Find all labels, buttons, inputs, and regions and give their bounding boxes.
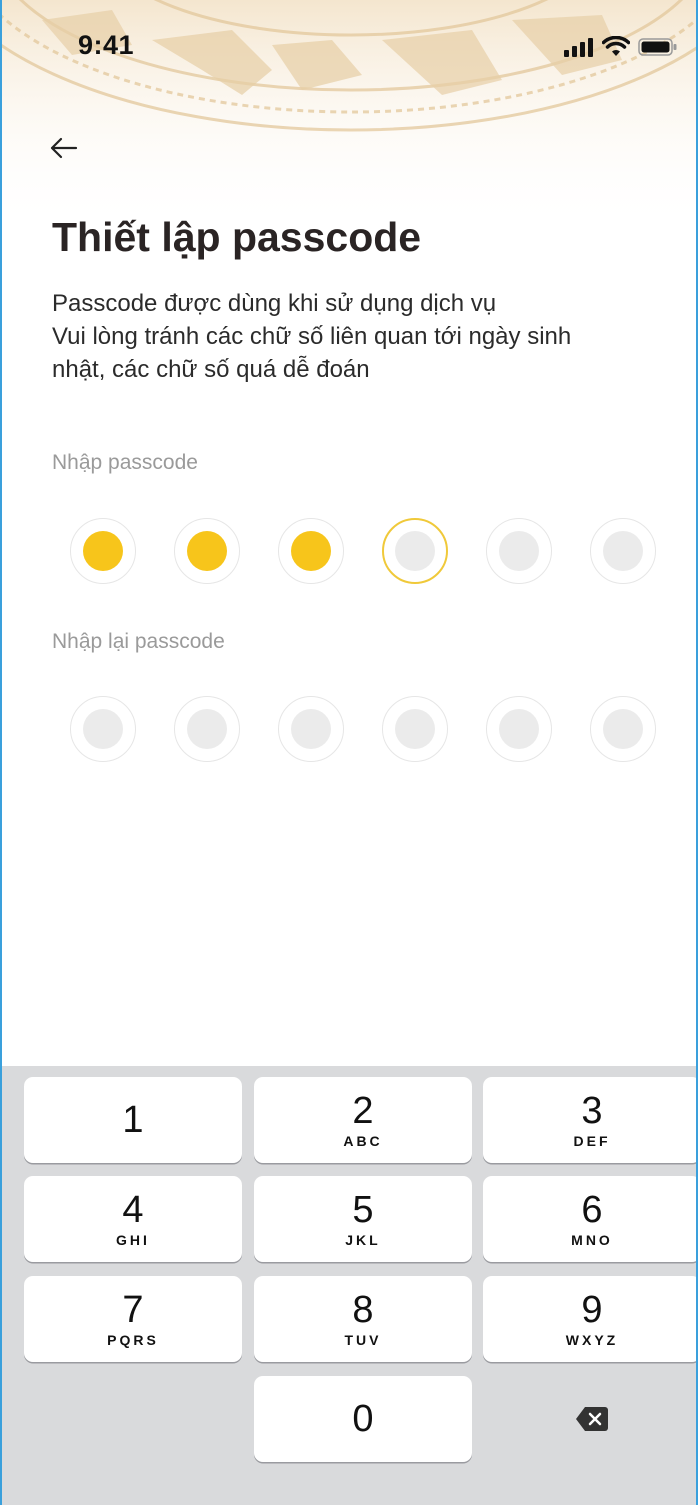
- key-digit: 1: [122, 1099, 144, 1141]
- passcode-dot-filled: [70, 518, 136, 584]
- key-7[interactable]: 7 PQRS: [24, 1276, 242, 1362]
- page-title: Thiết lập passcode: [52, 214, 422, 260]
- key-1[interactable]: 1: [24, 1077, 242, 1163]
- key-digit: 4: [122, 1188, 144, 1231]
- battery-icon: [638, 38, 677, 56]
- description-line: Vui lòng tránh các chữ số liên quan tới …: [52, 323, 572, 350]
- description-line: nhật, các chữ số quá dễ đoán: [52, 356, 370, 383]
- confirm-passcode-dots[interactable]: [70, 696, 656, 762]
- key-digit: 6: [581, 1188, 603, 1231]
- key-letters: MNO: [571, 1231, 613, 1248]
- key-8[interactable]: 8 TUV: [254, 1276, 472, 1362]
- delete-button[interactable]: [483, 1376, 696, 1462]
- backspace-icon: [576, 1407, 608, 1431]
- key-5[interactable]: 5 JKL: [254, 1176, 472, 1262]
- key-digit: 9: [581, 1288, 603, 1331]
- confirm-dot-empty: [382, 696, 448, 762]
- wifi-icon: [602, 36, 630, 56]
- passcode-dot-active: [382, 518, 448, 584]
- key-0[interactable]: 0: [254, 1376, 472, 1462]
- arrow-left-icon: [50, 137, 78, 159]
- key-3[interactable]: 3 DEF: [483, 1077, 696, 1163]
- key-2[interactable]: 2 ABC: [254, 1077, 472, 1163]
- description: Passcode được dùng khi sử dụng dịch vụ V…: [52, 287, 672, 386]
- passcode-dots[interactable]: [70, 518, 656, 584]
- confirm-dot-empty: [486, 696, 552, 762]
- confirm-dot-empty: [590, 696, 656, 762]
- key-6[interactable]: 6 MNO: [483, 1176, 696, 1262]
- key-letters: JKL: [345, 1231, 381, 1248]
- passcode-dot-empty: [486, 518, 552, 584]
- confirm-passcode-label: Nhập lại passcode: [52, 630, 225, 653]
- confirm-dot-empty: [174, 696, 240, 762]
- passcode-dot-filled: [278, 518, 344, 584]
- passcode-setup-screen: 9:41 Thiết lập passcode Passcode được dù…: [0, 0, 698, 1505]
- key-letters: WXYZ: [565, 1331, 619, 1348]
- key-letters: PQRS: [107, 1331, 159, 1348]
- confirm-dot-empty: [70, 696, 136, 762]
- passcode-dot-empty: [590, 518, 656, 584]
- numeric-keypad: 1 2 ABC 3 DEF 4 GHI 5 JKL 6 MNO 7 PQRS 8…: [2, 1066, 696, 1505]
- key-letters: DEF: [573, 1132, 611, 1149]
- passcode-label: Nhập passcode: [52, 451, 198, 474]
- key-9[interactable]: 9 WXYZ: [483, 1276, 696, 1362]
- status-icons: [564, 36, 678, 58]
- key-letters: TUV: [344, 1331, 382, 1348]
- status-bar: 9:41: [2, 0, 696, 90]
- description-line: Passcode được dùng khi sử dụng dịch vụ: [52, 290, 497, 317]
- key-digit: 8: [352, 1288, 374, 1331]
- passcode-dot-filled: [174, 518, 240, 584]
- key-digit: 5: [352, 1188, 374, 1231]
- key-digit: 7: [122, 1288, 144, 1331]
- confirm-dot-empty: [278, 696, 344, 762]
- key-4[interactable]: 4 GHI: [24, 1176, 242, 1262]
- key-digit: 3: [581, 1089, 603, 1132]
- key-digit: 2: [352, 1089, 374, 1132]
- back-button[interactable]: [46, 130, 82, 166]
- cellular-signal-icon: [564, 38, 593, 57]
- key-digit: 0: [352, 1398, 374, 1440]
- key-letters: ABC: [343, 1132, 383, 1149]
- key-letters: GHI: [116, 1231, 150, 1248]
- status-time: 9:41: [78, 30, 135, 60]
